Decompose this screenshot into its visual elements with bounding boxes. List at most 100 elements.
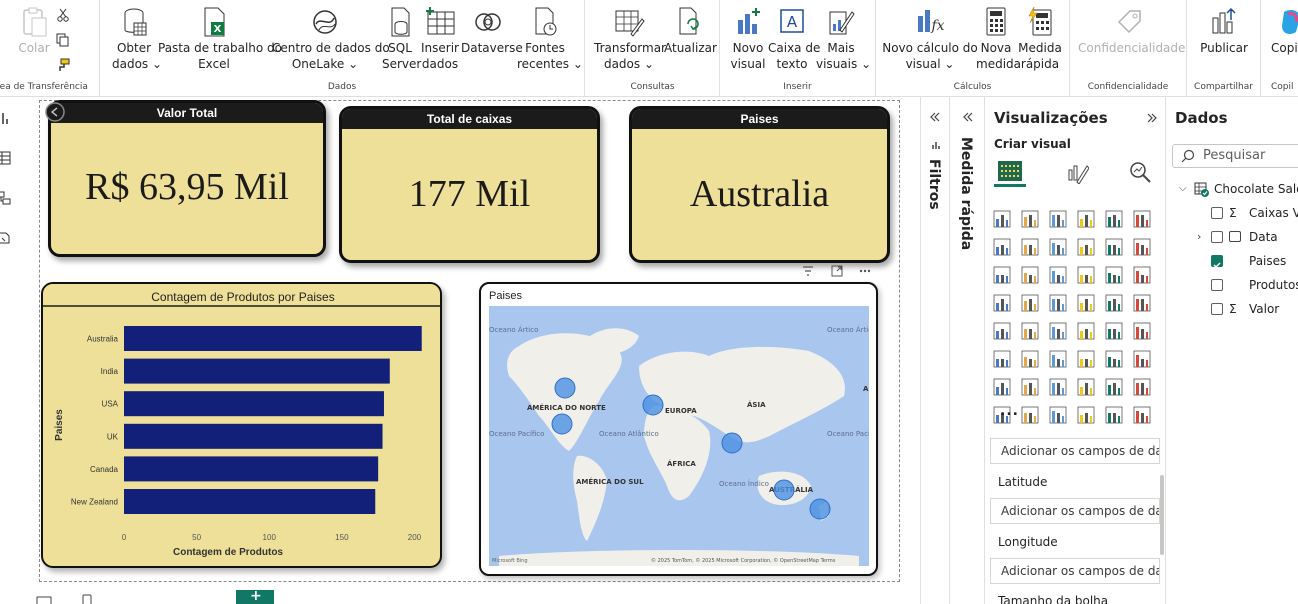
publish-button[interactable]: Publicar [1193, 6, 1255, 56]
field-row-produtos[interactable]: Produtos [1167, 275, 1298, 295]
bubble-new-zealand[interactable] [809, 498, 831, 520]
visual-type-icon[interactable] [992, 237, 1012, 257]
focus-mode-icon[interactable] [830, 264, 844, 278]
field-row-caixas-ve[interactable]: Σ Caixas Ve [1167, 203, 1298, 223]
mobile-layout-icon[interactable] [82, 594, 92, 604]
recent-sources-button[interactable]: Fontes recentes ⌄ [517, 6, 583, 72]
bar-india[interactable] [124, 358, 390, 384]
visual-type-icon[interactable] [1020, 293, 1040, 313]
visual-type-icon[interactable] [1020, 237, 1040, 257]
field-checkbox[interactable] [1211, 255, 1223, 269]
bar-australia[interactable] [124, 326, 422, 351]
visual-type-icon[interactable] [992, 377, 1012, 397]
visual-type-icon[interactable] [1048, 377, 1068, 397]
visual-type-icon[interactable] [1048, 405, 1068, 425]
cut-icon[interactable] [56, 8, 70, 22]
visual-type-icon[interactable] [1132, 321, 1152, 341]
visual-type-icon[interactable] [1104, 265, 1124, 285]
field-row-paises[interactable]: Paises [1167, 251, 1298, 271]
visual-type-icon[interactable] [1020, 209, 1040, 229]
visual-type-icon[interactable] [992, 321, 1012, 341]
visual-type-icon[interactable] [992, 209, 1012, 229]
more-visuals-ellipsis[interactable]: ... [1000, 403, 1019, 419]
field-row-data[interactable]: › Data [1167, 227, 1298, 247]
field-checkbox[interactable] [1211, 231, 1223, 243]
quick-measure-button[interactable]: Medida rápida [1018, 6, 1062, 72]
world-map[interactable]: AMÉRICA DO NORTE EUROPA ÁSIA ÁFRICA AMÉR… [489, 306, 869, 566]
format-painter-icon[interactable] [56, 58, 70, 72]
visual-type-icon[interactable] [1132, 377, 1152, 397]
visual-type-icon[interactable] [1104, 209, 1124, 229]
visual-type-icon[interactable] [1076, 209, 1096, 229]
field-well-latitude[interactable]: Adicionar os campos de da... [990, 498, 1160, 524]
quick-measure-pane[interactable]: Medida rápida [950, 97, 985, 604]
visual-type-icon[interactable] [1132, 293, 1152, 313]
visual-type-icon[interactable] [1048, 293, 1068, 313]
visual-type-icon[interactable] [1076, 237, 1096, 257]
new-visual-calculation-button[interactable]: fx Novo cálculo do visual ⌄ [882, 6, 978, 72]
visual-type-icon[interactable] [1076, 349, 1096, 369]
bar-usa[interactable] [124, 391, 384, 417]
model-view-icon[interactable] [0, 191, 11, 205]
visual-type-icon[interactable] [1020, 377, 1040, 397]
visual-type-icon[interactable] [1020, 349, 1040, 369]
bar-uk[interactable] [124, 423, 383, 449]
chevron-down-icon[interactable]: ⌵ [1179, 179, 1187, 199]
bar-chart-card[interactable]: Contagem de Produtos por Paises Contagem… [41, 282, 442, 568]
kpi-card-paises[interactable]: Paises Australia [629, 106, 890, 263]
bubble-australia[interactable] [773, 479, 795, 501]
visual-type-icon[interactable] [1104, 405, 1124, 425]
format-visual-icon[interactable] [1065, 160, 1089, 184]
add-page-button[interactable]: + [236, 588, 274, 604]
paste-button[interactable]: Colar [14, 6, 54, 56]
copilot-button[interactable]: Copil [1271, 6, 1298, 56]
more-visuals-button[interactable]: Mais visuais ⌄ [816, 6, 871, 72]
visual-type-icon[interactable] [1020, 265, 1040, 285]
field-checkbox[interactable] [1211, 207, 1223, 219]
visual-type-icon[interactable] [1020, 405, 1040, 425]
visual-type-icon[interactable] [1048, 237, 1068, 257]
visual-type-icon[interactable] [1076, 293, 1096, 313]
tab-build-visual[interactable] [994, 155, 1026, 187]
copy-icon[interactable] [56, 33, 70, 47]
viz-pane-scrollbar[interactable] [1160, 475, 1164, 555]
collapse-icon[interactable] [962, 111, 974, 123]
sql-server-button[interactable]: SQL Server [382, 6, 421, 72]
visual-type-icon[interactable] [992, 265, 1012, 285]
visual-type-icon[interactable] [992, 349, 1012, 369]
kpi-card-valor-total[interactable]: Valor Total R$ 63,95 Mil [48, 100, 326, 257]
visual-type-icon[interactable] [1104, 293, 1124, 313]
visual-type-icon[interactable] [1104, 237, 1124, 257]
dataverse-button[interactable]: Dataverse [461, 6, 523, 56]
expand-icon[interactable] [1146, 112, 1158, 124]
map-attribution[interactable]: © 2025 TomTom, © 2025 Microsoft Corporat… [651, 557, 836, 564]
report-view-icon[interactable] [0, 111, 11, 125]
visual-type-icon[interactable] [992, 293, 1012, 313]
visual-type-icon[interactable] [1048, 265, 1068, 285]
field-row-valor[interactable]: Σ Valor [1167, 299, 1298, 319]
sensitivity-button[interactable]: Confidencialidade [1078, 6, 1185, 56]
field-checkbox[interactable] [1211, 303, 1223, 315]
excel-workbook-button[interactable]: X Pasta de trabalho do Excel [158, 6, 282, 72]
visual-type-icon[interactable] [1020, 321, 1040, 341]
visual-type-icon[interactable] [1132, 265, 1152, 285]
visual-type-icon[interactable] [1104, 321, 1124, 341]
visual-type-icon[interactable] [1132, 349, 1152, 369]
visual-type-icon[interactable] [1048, 349, 1068, 369]
visual-type-icon[interactable] [1076, 405, 1096, 425]
bar-canada[interactable] [124, 456, 379, 482]
refresh-button[interactable]: Atualizar [664, 6, 717, 56]
new-measure-button[interactable]: Nova medida [976, 6, 1021, 72]
map-visual[interactable]: Paises AMÉRICA DO NORTE EUROPA ÁSIA ÁFRI… [479, 282, 878, 576]
get-data-button[interactable]: Obter dados ⌄ [112, 6, 162, 72]
analytics-icon[interactable] [1128, 160, 1152, 184]
visual-type-icon[interactable] [1076, 377, 1096, 397]
visual-type-icon[interactable] [1076, 265, 1096, 285]
chevron-right-icon[interactable]: › [1197, 227, 1201, 247]
visual-type-icon[interactable] [1104, 349, 1124, 369]
bubble-canada[interactable] [554, 377, 576, 399]
back-arrow-icon[interactable] [44, 101, 66, 123]
new-visual-button[interactable]: Novo visual [728, 6, 768, 72]
filters-pane[interactable]: Filtros [920, 97, 950, 604]
bar-new-zealand[interactable] [124, 489, 376, 514]
